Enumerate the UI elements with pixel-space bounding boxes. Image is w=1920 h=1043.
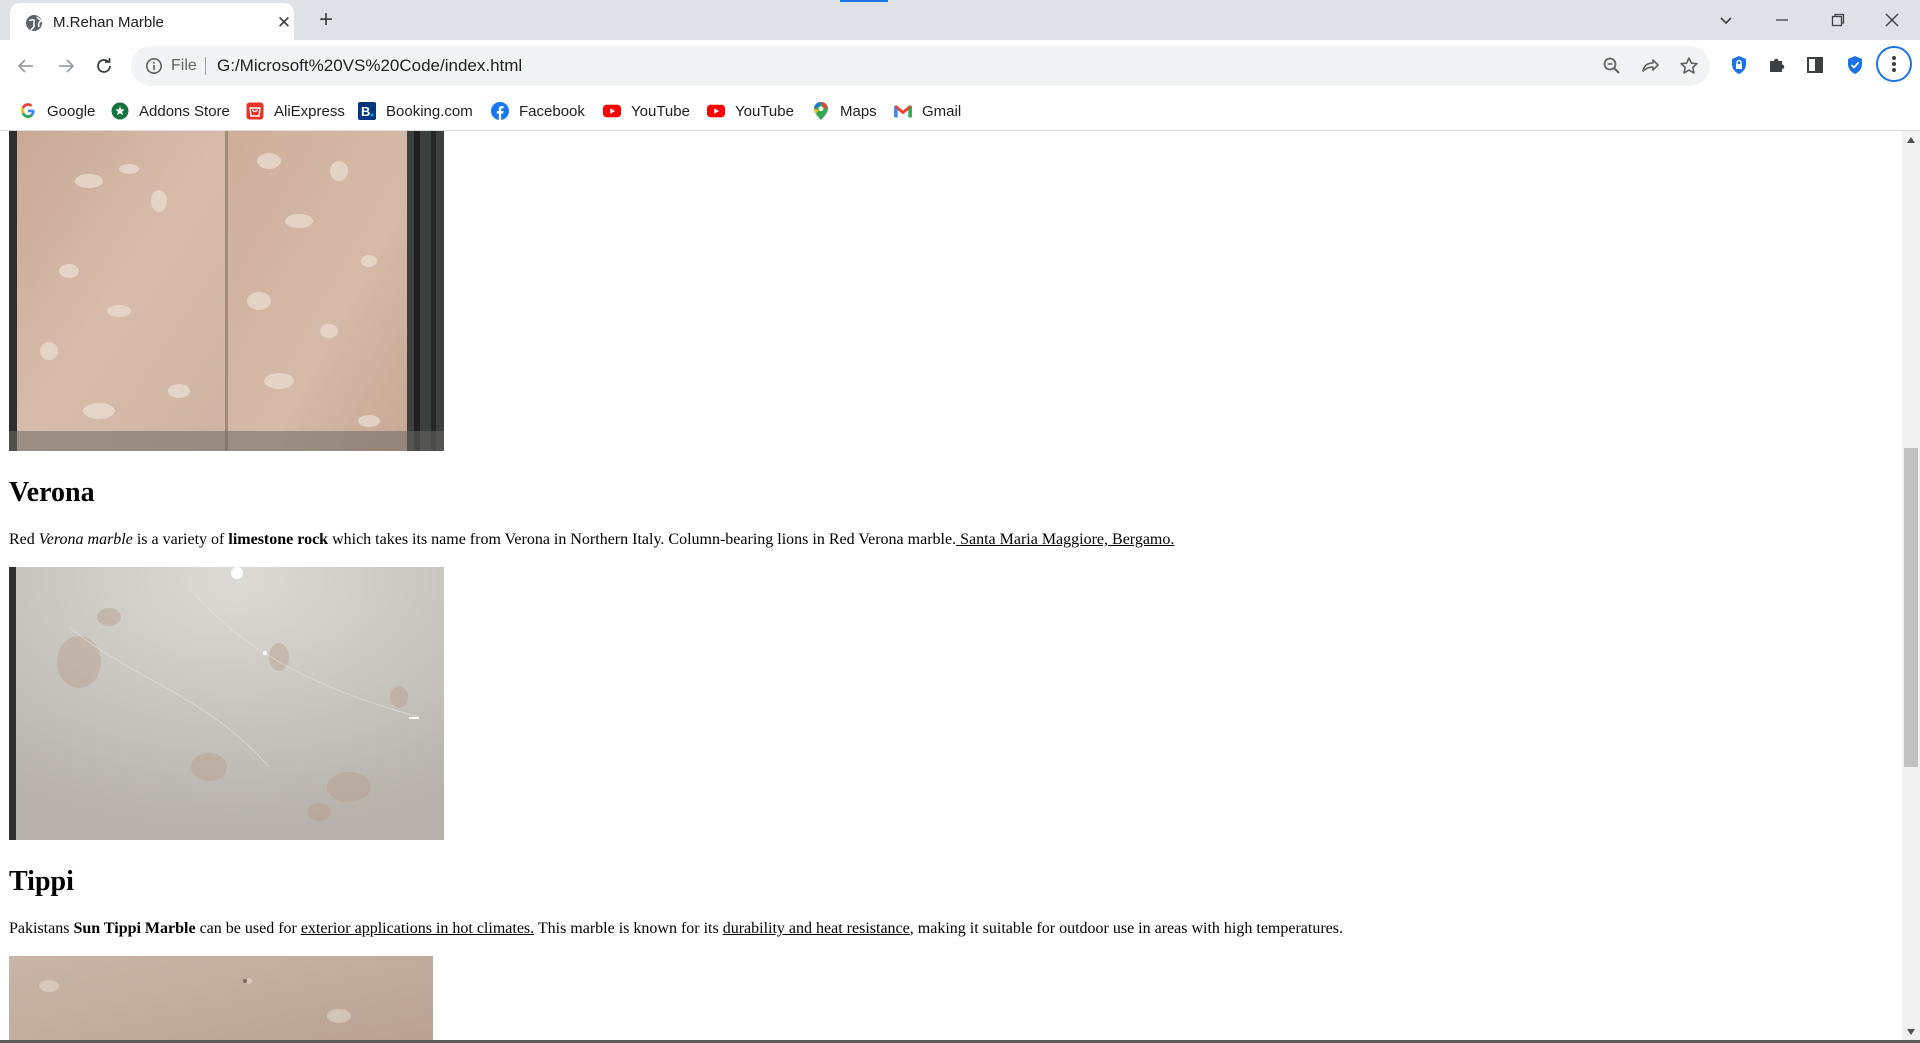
bookmark-label: Maps [840, 102, 877, 120]
text-fragment: This marble is known for its [534, 920, 723, 937]
addons-store-icon [111, 102, 129, 120]
active-tab[interactable]: M.Rehan Marble ✕ [10, 3, 294, 40]
globe-icon [26, 15, 43, 31]
tippi-description: Pakistans Sun Tippi Marble can be used f… [9, 920, 1343, 938]
tab-title: M.Rehan Marble [53, 14, 164, 31]
booking-icon: B [358, 102, 376, 120]
bookmark-addons-store[interactable]: Addons Store [111, 100, 230, 122]
youtube-icon [603, 102, 621, 120]
exterior-applications-underline: exterior applications in hot climates. [300, 920, 535, 937]
facebook-icon [491, 102, 509, 120]
bookmark-booking[interactable]: B Booking.com [358, 100, 473, 122]
bookmark-google[interactable]: Google [19, 100, 95, 122]
text-fragment: is a variety of [132, 531, 229, 548]
santa-maria-maggiore-underline: Santa Maria Maggiore, Bergamo. [956, 531, 1175, 548]
bookmarks-bar: Google Addons Store AliExpress B Booking… [0, 92, 1920, 131]
site-info-icon[interactable] [145, 57, 163, 75]
tab-strip: M.Rehan Marble ✕ + [0, 0, 1920, 40]
bookmark-youtube[interactable]: YouTube [707, 100, 794, 122]
bookmark-label: YouTube [735, 102, 794, 120]
svg-text:B: B [361, 104, 370, 119]
zoom-icon[interactable] [1602, 56, 1622, 76]
close-window-icon[interactable] [1864, 0, 1920, 40]
scroll-up-arrow-icon[interactable] [1907, 137, 1915, 143]
google-icon [19, 102, 37, 120]
bookmark-youtube[interactable]: YouTube [603, 100, 690, 122]
new-tab-button[interactable]: + [313, 7, 339, 33]
extensions-puzzle-icon[interactable] [1766, 54, 1788, 76]
tippi-heading: Tippi [9, 866, 74, 897]
back-icon[interactable] [12, 52, 40, 80]
bookmark-gmail[interactable]: Gmail [894, 100, 961, 122]
tippi-marble-image [9, 956, 433, 1040]
minimize-icon[interactable] [1754, 0, 1810, 40]
bookmark-label: Gmail [922, 102, 962, 120]
marble-image [9, 131, 444, 451]
security-shield-extension-icon[interactable] [1844, 54, 1866, 76]
page-viewport: Verona Red Verona marble is a variety of… [0, 131, 1902, 1040]
close-tab-icon[interactable]: ✕ [272, 11, 296, 35]
restore-icon[interactable] [1810, 0, 1866, 40]
bookmark-label: Facebook [519, 102, 585, 120]
bookmark-label: AliExpress [274, 102, 345, 120]
verona-heading: Verona [9, 477, 95, 508]
scheme-label: File [171, 57, 197, 74]
bookmark-label: YouTube [631, 102, 690, 120]
bookmark-star-icon[interactable] [1679, 56, 1699, 76]
gmail-icon [894, 102, 912, 120]
bookmark-aliexpress[interactable]: AliExpress [246, 100, 345, 122]
aliexpress-icon [246, 102, 264, 120]
text-fragment: Red [9, 531, 39, 548]
verona-description: Red Verona marble is a variety of limest… [9, 531, 1174, 549]
scroll-down-arrow-icon[interactable] [1907, 1029, 1915, 1035]
bookmark-label: Booking.com [386, 102, 473, 120]
reload-icon[interactable] [90, 52, 118, 80]
text-fragment: which takes its name from Verona in Nort… [328, 531, 957, 548]
browser-toolbar: File G:/Microsoft%20VS%20Code/index.html [0, 40, 1920, 92]
share-icon[interactable] [1640, 56, 1660, 76]
tab-search-indicator [840, 0, 888, 2]
address-bar[interactable]: File G:/Microsoft%20VS%20Code/index.html [131, 46, 1710, 86]
bookmark-maps[interactable]: Maps [812, 100, 877, 122]
text-fragment: , making it suitable for outdoor use in … [909, 920, 1343, 937]
youtube-icon [707, 102, 725, 120]
limestone-rock-bold: limestone rock [228, 531, 329, 548]
verona-marble-emphasis: Verona marble [38, 531, 133, 548]
scheme-divider [205, 57, 206, 75]
verona-marble-image [9, 567, 444, 840]
text-fragment: can be used for [195, 920, 301, 937]
bookmark-label: Addons Store [139, 102, 230, 120]
forward-icon[interactable] [52, 52, 80, 80]
tab-search-chevron-icon[interactable] [1698, 0, 1754, 40]
chrome-menu-icon[interactable] [1876, 46, 1912, 82]
sun-tippi-marble-bold: Sun Tippi Marble [73, 920, 196, 937]
side-panel-icon[interactable] [1804, 54, 1826, 76]
password-manager-extension-icon[interactable] [1728, 54, 1750, 76]
scrollbar-thumb[interactable] [1904, 448, 1918, 767]
maps-icon [812, 102, 830, 120]
bookmark-label: Google [47, 102, 96, 120]
text-fragment: Pakistans [9, 920, 74, 937]
durability-underline: durability and heat resistance [722, 920, 910, 937]
url-text[interactable]: G:/Microsoft%20VS%20Code/index.html [217, 56, 522, 76]
bookmark-facebook[interactable]: Facebook [491, 100, 585, 122]
